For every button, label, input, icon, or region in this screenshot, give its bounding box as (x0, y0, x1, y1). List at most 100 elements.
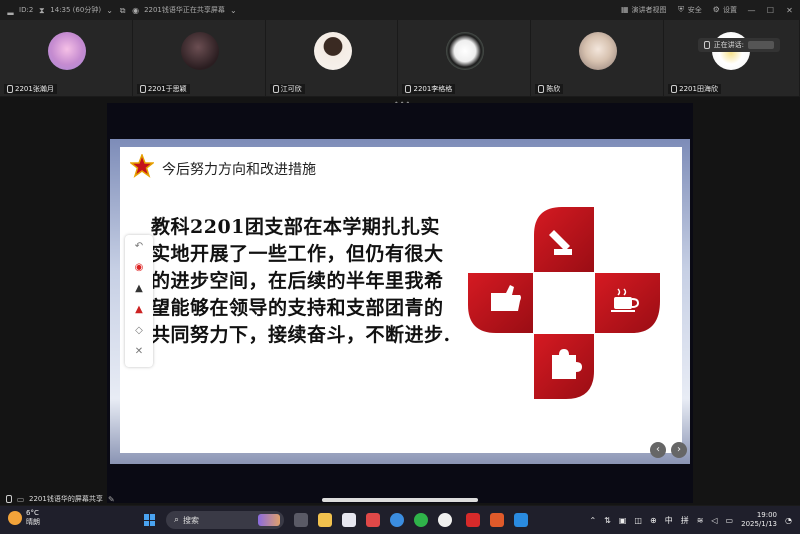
minimize-icon[interactable]: — (747, 6, 756, 15)
clock[interactable]: 19:00 2025/1/13 (741, 511, 777, 529)
popout-icon[interactable]: ⧉ (118, 6, 127, 15)
eraser-icon[interactable]: ◇ (133, 325, 145, 337)
horizontal-scrollbar[interactable] (322, 498, 478, 502)
cross-top-block (534, 207, 594, 272)
ime-mode[interactable]: 中 (665, 515, 673, 526)
view-mode-button[interactable]: ▦ 演讲者视图 (620, 5, 667, 15)
chevron-up-icon[interactable]: ⌃ (589, 516, 596, 525)
avatar (446, 32, 485, 70)
pen-icon[interactable]: ▲ (133, 283, 145, 295)
windows-start-icon[interactable] (144, 514, 156, 526)
signal-icon: ▂ (7, 5, 14, 15)
star-icon (130, 154, 154, 178)
meeting-id[interactable]: ID:2 (19, 6, 33, 14)
wps-icon[interactable] (466, 513, 480, 527)
participant-name: 2201李格格 (413, 85, 453, 93)
app-red-icon[interactable] (366, 513, 380, 527)
settings-button[interactable]: ⚙ 设置 (712, 5, 737, 15)
app-orange-icon[interactable] (490, 513, 504, 527)
share-label: 2201钱语华的屏幕共享 (29, 495, 103, 503)
avatar (313, 32, 352, 70)
participant-name: 2201田海欣 (679, 85, 718, 93)
tray-app-icon[interactable]: ⊕ (650, 516, 657, 525)
avatar (180, 32, 219, 70)
mic-icon (139, 85, 146, 93)
file-explorer-icon[interactable] (318, 513, 332, 527)
mic-icon (671, 85, 678, 93)
grid-icon: ▦ (621, 5, 629, 14)
slide-title: 今后努力方向和改进措施 (162, 162, 316, 178)
participant-tile[interactable]: 2201李格格 (398, 20, 531, 96)
mic-icon (405, 85, 412, 93)
search-highlight-icon (258, 514, 280, 526)
weather-widget[interactable]: 6°C 晴朗 (8, 509, 40, 527)
battery-icon[interactable]: ▭ (726, 516, 734, 525)
taskbar-search[interactable]: ⌕ 搜索 (166, 511, 284, 529)
mic-icon (538, 85, 545, 93)
wifi-icon[interactable]: ≋ (697, 516, 704, 525)
clock-date: 2025/1/13 (741, 520, 778, 528)
close-icon[interactable]: ✕ (133, 346, 145, 358)
weather-condition: 晴朗 (26, 518, 40, 526)
participant-tile[interactable]: 2201于思颖 (132, 20, 265, 96)
slide-body-text: 教科2201团支部在本学期扎扎实实地开展了一些工作，但仍有很大的进步空间，在后续… (151, 216, 451, 346)
tray-app-icon[interactable]: ⇅ (604, 516, 611, 525)
wechat-icon[interactable] (414, 513, 428, 527)
chevron-down-icon[interactable]: ⌄ (105, 6, 114, 15)
maximize-icon[interactable]: ☐ (766, 6, 775, 15)
browser-icon[interactable] (390, 513, 404, 527)
avatar (579, 32, 618, 70)
weather-sun-icon (8, 511, 22, 525)
search-placeholder: 搜索 (183, 515, 200, 525)
notification-bell-icon[interactable]: ◔ (785, 516, 792, 525)
participant-tile[interactable]: 2201张瀚月 (0, 20, 132, 96)
tray-app-icon[interactable]: ▣ (619, 516, 627, 525)
search-icon: ⌕ (174, 515, 180, 525)
temperature: 6°C (26, 509, 39, 517)
participant-tile[interactable]: 2201田海欣 (664, 20, 799, 96)
participant-name: 2201于思颖 (147, 85, 187, 93)
mic-icon (272, 85, 279, 93)
participant-name: 陈欣 (546, 85, 561, 93)
participant-name: 2201张瀚月 (15, 85, 54, 93)
cross-graphic (468, 207, 660, 399)
speaking-indicator: 正在讲话: (697, 38, 780, 52)
annotation-toolbar: ↶ ◉ ▲ ▲ ◇ ✕ (125, 235, 153, 367)
close-icon[interactable]: ✕ (785, 6, 794, 15)
meeting-time: 14:35 (60分钟) (50, 6, 102, 14)
share-status-bar: ▭ 2201钱语华的屏幕共享 ✎ (0, 492, 116, 506)
pencil-icon[interactable]: ✎ (107, 495, 116, 504)
highlighter-icon[interactable]: ▲ (133, 304, 145, 316)
slide-next-button[interactable]: › (671, 442, 687, 458)
speaking-label: 正在讲话: (713, 41, 744, 49)
mail-app-icon[interactable] (342, 513, 356, 527)
mic-icon (6, 495, 12, 503)
shield-icon: ⛨ (678, 5, 685, 14)
system-tray: ⌃ ⇅ ▣ ◫ ⊕ 中 拼 ≋ ◁ ▭ 19:00 2025/1/13 ◔ (589, 506, 792, 534)
gear-icon: ⚙ (712, 5, 720, 14)
screen-share-icon: ▭ (16, 494, 25, 504)
slide-prev-button[interactable]: ‹ (650, 442, 666, 458)
speaker-icon[interactable]: ◁ (711, 516, 717, 525)
tencent-meeting-icon[interactable] (514, 513, 528, 527)
clock-time: 19:00 (756, 511, 778, 519)
mic-icon (703, 41, 710, 49)
task-view-icon[interactable] (294, 513, 308, 527)
chevron-down-icon[interactable]: ⌄ (229, 6, 238, 15)
laser-pointer-icon[interactable]: ◉ (133, 262, 145, 274)
ime-pinyin[interactable]: 拼 (681, 515, 689, 526)
participant-name: 江可欣 (280, 85, 302, 93)
mic-icon (7, 85, 13, 93)
share-status-icon: ◉ (132, 5, 140, 15)
share-status-text[interactable]: 2201钱语华正在共享屏幕 (144, 5, 225, 15)
qq-icon[interactable] (438, 513, 452, 527)
security-button[interactable]: ⛨ 安全 (677, 5, 702, 15)
participant-tile[interactable]: 陈欣 (531, 20, 664, 96)
tray-app-icon[interactable]: ◫ (634, 516, 642, 525)
meeting-topbar: ▂ ID:2 ⧗ 14:35 (60分钟) ⌄ ⧉ ◉ 2201钱语华正在共享屏… (0, 0, 800, 20)
avatar (48, 32, 86, 70)
timer-icon: ⧗ (38, 5, 45, 15)
undo-icon[interactable]: ↶ (133, 241, 145, 253)
participant-tile[interactable]: 江可欣 (265, 20, 398, 96)
participant-strip: 2201张瀚月 2201于思颖 江可欣 2201李格格 陈欣 2201田海欣 (0, 20, 800, 96)
